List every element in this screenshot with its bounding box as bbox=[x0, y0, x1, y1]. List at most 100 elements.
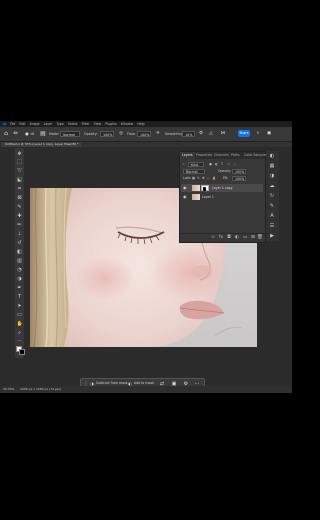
tools-panel: ✥ ⬚ ➰ ⬕ ⌗ ⊠ ✎ ✚ ✏ ⊥ ↺ ◧ ▥ ◔ ◑ ✒ T ➤ ▭ ✋ … bbox=[15, 148, 25, 358]
layer-name[interactable]: Layer 1 copy bbox=[212, 184, 233, 192]
airbrush-icon[interactable]: ✈ bbox=[155, 131, 161, 137]
smoothing-settings-icon[interactable]: ⚙ bbox=[198, 131, 204, 137]
tab-layers[interactable]: Layers bbox=[180, 152, 195, 159]
lock-paint-icon[interactable]: ✎ bbox=[197, 175, 200, 181]
marquee-icon[interactable]: ⬚ bbox=[17, 159, 23, 165]
layer-fill-field[interactable]: 100% bbox=[232, 175, 246, 181]
visibility-eye-icon[interactable]: ◉ bbox=[183, 193, 187, 201]
frame-icon[interactable]: ⊠ bbox=[17, 195, 23, 201]
layers-panel: Layers Properties Channels Paths Color S… bbox=[179, 151, 269, 243]
healing-brush-icon[interactable]: ✚ bbox=[17, 213, 23, 219]
blur-icon[interactable]: ◔ bbox=[17, 267, 23, 273]
visibility-eye-icon[interactable]: ◉ bbox=[183, 184, 187, 192]
smart-object-filter-icon[interactable]: ⬚ bbox=[233, 161, 236, 167]
eyedropper-icon[interactable]: ✎ bbox=[17, 204, 23, 210]
background-color-swatch[interactable] bbox=[18, 348, 25, 355]
layer-style-icon[interactable]: fx bbox=[218, 235, 224, 241]
menu-plugins[interactable]: Plugins bbox=[105, 122, 116, 126]
layer-row-layer-1-copy[interactable]: ◉ Layer 1 copy bbox=[181, 184, 263, 192]
actions-panel-icon[interactable]: ▶ bbox=[269, 233, 275, 239]
adjustment-layer-icon[interactable]: ◐ bbox=[234, 235, 240, 241]
shape-filter-icon[interactable]: ▭ bbox=[227, 161, 230, 167]
dodge-icon[interactable]: ◑ bbox=[17, 276, 23, 282]
lasso-icon[interactable]: ➰ bbox=[17, 168, 23, 174]
menu-edit[interactable]: Edit bbox=[19, 122, 25, 126]
options-bar: ⌂ ✏ ● 16 ▤ Mode: Normal Opacity: 100% ◎ … bbox=[0, 127, 292, 142]
zoom-icon[interactable]: ⌕ bbox=[17, 330, 23, 336]
menu-filter[interactable]: Filter bbox=[82, 122, 90, 126]
delete-layer-icon[interactable]: 🗑 bbox=[257, 235, 263, 241]
symmetry-icon[interactable]: ⋈ bbox=[220, 131, 226, 137]
object-select-icon[interactable]: ⬕ bbox=[17, 177, 23, 183]
layer-mask-thumbnail[interactable] bbox=[201, 185, 209, 191]
new-layer-icon[interactable]: ⊞ bbox=[250, 235, 256, 241]
share-button[interactable]: Share bbox=[238, 130, 250, 137]
brush-size-value[interactable]: 16 bbox=[30, 131, 34, 137]
menu-layer[interactable]: Layer bbox=[44, 122, 53, 126]
opacity-field[interactable]: 100% bbox=[100, 131, 114, 137]
add-mask-icon[interactable]: ◘ bbox=[226, 235, 232, 241]
menu-window[interactable]: Window bbox=[121, 122, 134, 126]
character-panel-icon[interactable]: A bbox=[269, 213, 275, 219]
color-panel-icon[interactable]: ◐ bbox=[269, 153, 275, 159]
photoshop-window: Ps File Edit Image Layer Type Select Fil… bbox=[0, 121, 292, 393]
clone-stamp-icon[interactable]: ⊥ bbox=[17, 231, 23, 237]
menu-help[interactable]: Help bbox=[137, 122, 144, 126]
crop-icon[interactable]: ⌗ bbox=[17, 186, 23, 192]
menu-view[interactable]: View bbox=[94, 122, 102, 126]
brush-settings-icon[interactable]: ▤ bbox=[40, 131, 46, 137]
type-filter-icon[interactable]: T bbox=[221, 161, 223, 167]
adjustment-filter-icon[interactable]: ◐ bbox=[215, 161, 218, 167]
document-info: 1000 px x 1500 px (72 ppi) bbox=[20, 387, 61, 391]
document-tab[interactable]: Untitled-1 @ 33% (Layer 1 copy, Layer Ma… bbox=[2, 142, 82, 147]
menu-select[interactable]: Select bbox=[68, 122, 78, 126]
home-icon[interactable]: ⌂ bbox=[3, 131, 9, 137]
tab-color-sampler[interactable]: Color Sampler bbox=[242, 152, 269, 159]
lock-all-icon[interactable]: 🔒 bbox=[212, 175, 216, 181]
brush-tool-preset-icon[interactable]: ✏ bbox=[13, 131, 19, 137]
lock-pixels-icon[interactable]: ▦ bbox=[192, 175, 195, 181]
link-layers-icon[interactable]: ∞ bbox=[210, 235, 216, 241]
hand-icon[interactable]: ✋ bbox=[17, 321, 23, 327]
history-brush-icon[interactable]: ↺ bbox=[17, 240, 23, 246]
menu-image[interactable]: Image bbox=[30, 122, 40, 126]
pixel-filter-icon[interactable]: ▣ bbox=[209, 161, 212, 167]
mode-select[interactable]: Normal bbox=[60, 131, 80, 137]
brush-angle-icon[interactable]: ◬ bbox=[208, 131, 214, 137]
pressure-opacity-icon[interactable]: ◎ bbox=[118, 131, 124, 137]
type-icon[interactable]: T bbox=[17, 294, 23, 300]
layer-name[interactable]: Layer 1 bbox=[202, 193, 214, 201]
blend-row: Normal Opacity: 100% bbox=[183, 168, 262, 174]
search-icon[interactable]: ⌕ bbox=[255, 131, 261, 137]
gradient-icon[interactable]: ▥ bbox=[17, 258, 23, 264]
libraries-panel-icon[interactable]: ☁ bbox=[269, 183, 275, 189]
history-panel-icon[interactable]: ↻ bbox=[269, 193, 275, 199]
brush-icon[interactable]: ✏ bbox=[17, 222, 23, 228]
smoothing-field[interactable]: 10% bbox=[182, 131, 195, 137]
properties-panel-icon[interactable]: ☰ bbox=[269, 223, 275, 229]
move-icon[interactable]: ✥ bbox=[17, 151, 23, 157]
panel-icon-strip: ◐ ▦ ◑ ☁ ↻ ✎ A ☰ ▶ bbox=[265, 151, 279, 241]
tab-channels[interactable]: Channels bbox=[212, 152, 231, 159]
eraser-icon[interactable]: ◧ bbox=[17, 249, 23, 255]
lock-artboard-icon[interactable]: ⬚ bbox=[207, 175, 210, 181]
layer-row-layer-1[interactable]: ◉ Layer 1 bbox=[181, 193, 263, 201]
rectangle-icon[interactable]: ▭ bbox=[17, 312, 23, 318]
group-icon[interactable]: ▭ bbox=[242, 235, 248, 241]
menu-type[interactable]: Type bbox=[56, 122, 63, 126]
tab-paths[interactable]: Paths bbox=[229, 152, 242, 159]
more-tools-icon[interactable]: ⋯ bbox=[17, 338, 23, 344]
lock-position-icon[interactable]: ✥ bbox=[202, 175, 205, 181]
kind-filter-select[interactable]: Kind bbox=[188, 161, 204, 167]
blend-mode-select[interactable]: Normal bbox=[183, 168, 205, 174]
path-select-icon[interactable]: ➤ bbox=[17, 303, 23, 309]
menu-file[interactable]: File bbox=[10, 122, 15, 126]
zoom-level[interactable]: 33.33% bbox=[3, 386, 14, 393]
flow-field[interactable]: 100% bbox=[137, 131, 151, 137]
adjustments-panel-icon[interactable]: ◑ bbox=[269, 173, 275, 179]
swatches-panel-icon[interactable]: ▦ bbox=[269, 163, 275, 169]
pen-icon[interactable]: ✒ bbox=[17, 285, 23, 291]
layer-opacity-field[interactable]: 100% bbox=[232, 168, 246, 174]
workspace-icon[interactable]: ▣ bbox=[266, 131, 272, 137]
brush-panel-icon[interactable]: ✎ bbox=[269, 203, 275, 209]
